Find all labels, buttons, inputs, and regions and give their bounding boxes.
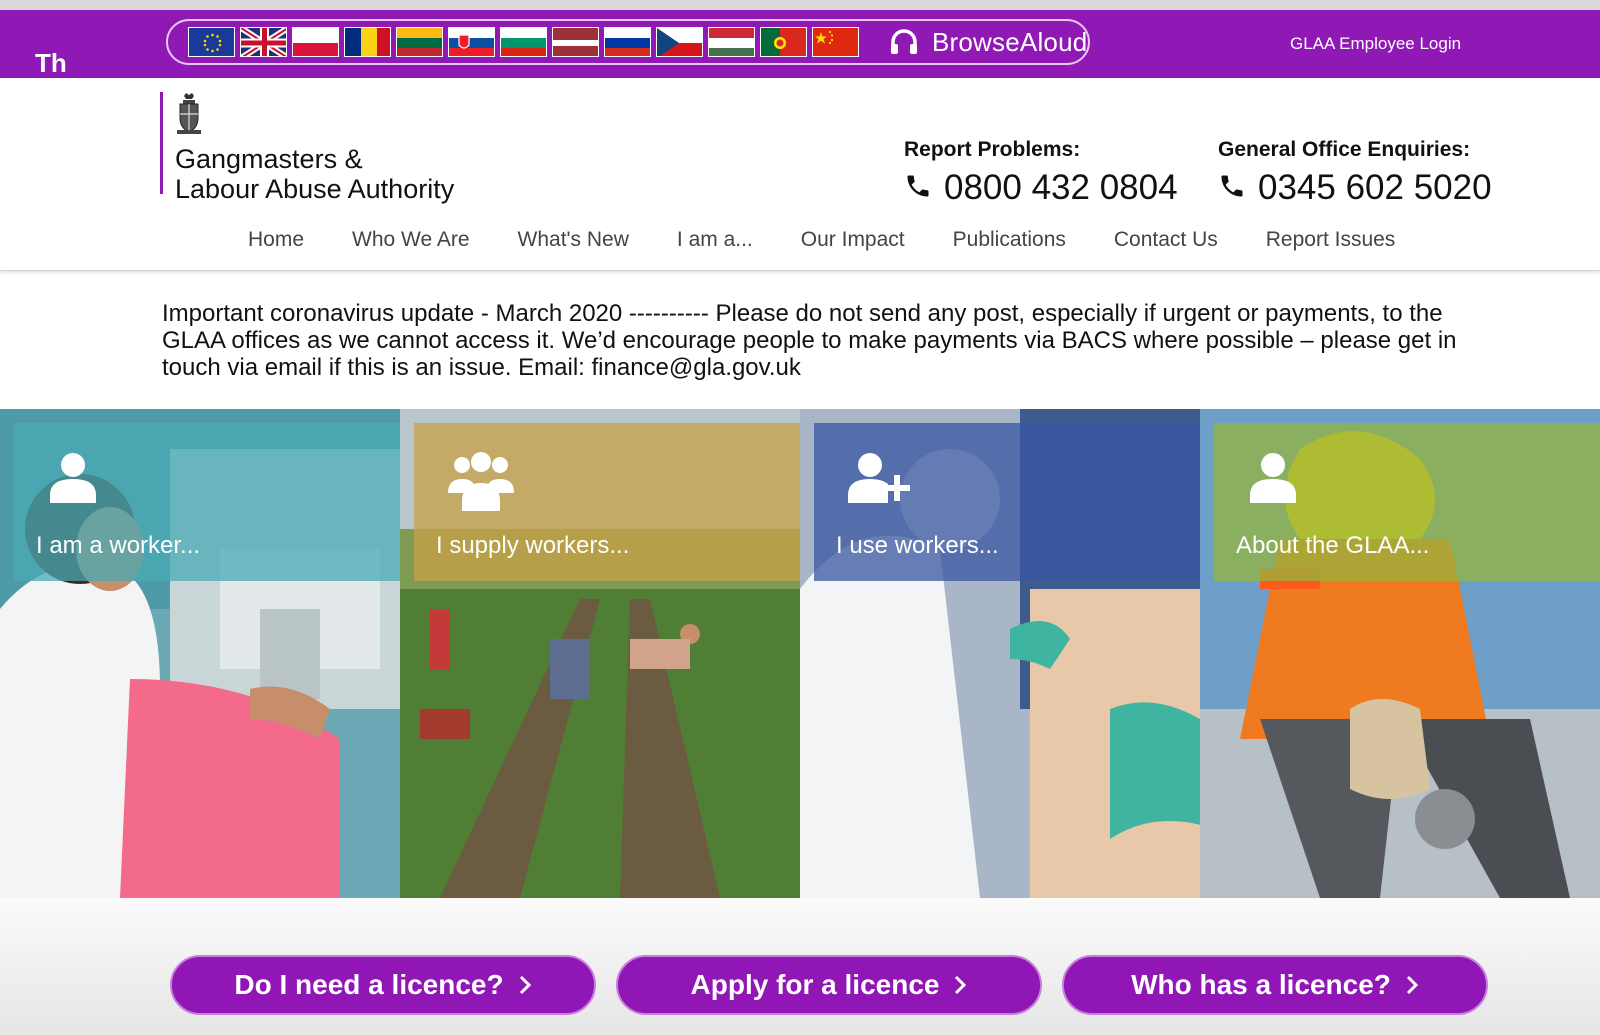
tile-about-glaa[interactable]: About the GLAA... (1200, 409, 1600, 898)
partial-heading-text: Th (35, 48, 67, 78)
browsealoud-button[interactable]: BrowseAloud (889, 27, 1087, 58)
russia-flag[interactable] (604, 27, 651, 57)
hungary-flag[interactable] (708, 27, 755, 57)
user-icon (48, 451, 98, 508)
general-enquiries-contact: General Office Enquiries: 0345 602 5020 (1218, 138, 1492, 208)
phone-icon (904, 172, 932, 205)
poland-flag[interactable] (292, 27, 339, 57)
nav-whats-new[interactable]: What's New (518, 228, 629, 252)
user-icon (1248, 451, 1298, 508)
nav-report-issues[interactable]: Report Issues (1266, 228, 1396, 252)
group-icon (448, 451, 514, 516)
tile-supply-workers[interactable]: I supply workers... (400, 409, 800, 898)
bulgaria-flag[interactable] (500, 27, 547, 57)
romania-flag[interactable] (344, 27, 391, 57)
who-has-licence-label: Who has a licence? (1131, 969, 1391, 1000)
report-problems-label: Report Problems: (904, 138, 1081, 161)
general-enquiries-label: General Office Enquiries: (1218, 138, 1471, 161)
employee-login-link[interactable]: GLAA Employee Login (1290, 34, 1461, 54)
tile-worker[interactable]: I am a worker... (0, 409, 400, 898)
logo-text: Gangmasters & Labour Abuse Authority (175, 144, 454, 204)
eu-flag[interactable] (188, 27, 235, 57)
do-i-need-licence-button[interactable]: Do I need a licence? (170, 955, 596, 1015)
nav-contact-us[interactable]: Contact Us (1114, 228, 1218, 252)
licence-buttons-area: Do I need a licence? Apply for a licence… (0, 898, 1600, 1035)
latvia-flag[interactable] (552, 27, 599, 57)
phone-icon (1218, 172, 1246, 205)
tile-supply-workers-overlay: I supply workers... (414, 423, 800, 581)
lithuania-flag[interactable] (396, 27, 443, 57)
chevron-right-icon (518, 974, 532, 996)
tile-worker-overlay: I am a worker... (14, 423, 400, 581)
language-flags (188, 27, 859, 57)
logo-line-1: Gangmasters & (175, 144, 363, 174)
report-problems-contact: Report Problems: 0800 432 0804 (904, 138, 1178, 208)
slovakia-flag[interactable] (448, 27, 495, 57)
do-i-need-licence-label: Do I need a licence? (234, 969, 504, 1000)
headphones-icon (889, 28, 919, 56)
browsealoud-label: BrowseAloud (932, 26, 1088, 57)
royal-crest-icon (175, 92, 454, 141)
apply-for-licence-label: Apply for a licence (690, 969, 940, 1000)
uk-flag[interactable] (240, 27, 287, 57)
portugal-flag[interactable] (760, 27, 807, 57)
main-nav: Home Who We Are What's New I am a... Our… (248, 228, 1443, 252)
nav-our-impact[interactable]: Our Impact (801, 228, 905, 252)
audience-tiles: I am a worker... I supply workers... I u… (0, 409, 1600, 898)
coronavirus-notice: Important coronavirus update - March 202… (162, 300, 1457, 381)
report-problems-number-row: 0800 432 0804 (904, 168, 1178, 208)
tile-about-glaa-label: About the GLAA... (1236, 532, 1430, 559)
tile-supply-workers-label: I supply workers... (436, 532, 630, 559)
tile-use-workers-overlay: I use workers... (814, 423, 1200, 581)
tile-use-workers[interactable]: I use workers... (800, 409, 1200, 898)
nav-home[interactable]: Home (248, 228, 304, 252)
tile-worker-label: I am a worker... (36, 532, 201, 559)
site-header: Gangmasters & Labour Abuse Authority Rep… (0, 78, 1600, 271)
user-plus-icon (848, 451, 918, 508)
chevron-right-icon (1405, 974, 1419, 996)
nav-who-we-are[interactable]: Who We Are (352, 228, 470, 252)
apply-for-licence-button[interactable]: Apply for a licence (616, 955, 1042, 1015)
top-bar: Th BrowseAloud GLAA Employee Login (0, 10, 1600, 78)
logo-line-2: Labour Abuse Authority (175, 174, 455, 204)
general-enquiries-number-row: 0345 602 5020 (1218, 168, 1492, 208)
czech-flag[interactable] (656, 27, 703, 57)
browser-top-strip (0, 0, 1600, 10)
china-flag[interactable] (812, 27, 859, 57)
browsealoud-toolbar: BrowseAloud (166, 19, 1090, 65)
nav-i-am-a[interactable]: I am a... (677, 228, 753, 252)
chevron-right-icon (953, 974, 967, 996)
report-problems-number[interactable]: 0800 432 0804 (944, 168, 1178, 208)
tile-use-workers-label: I use workers... (836, 532, 999, 559)
glaa-logo[interactable]: Gangmasters & Labour Abuse Authority (160, 92, 454, 204)
nav-publications[interactable]: Publications (953, 228, 1066, 252)
general-enquiries-number[interactable]: 0345 602 5020 (1258, 168, 1492, 208)
who-has-licence-button[interactable]: Who has a licence? (1062, 955, 1488, 1015)
tile-about-glaa-overlay: About the GLAA... (1214, 423, 1600, 581)
